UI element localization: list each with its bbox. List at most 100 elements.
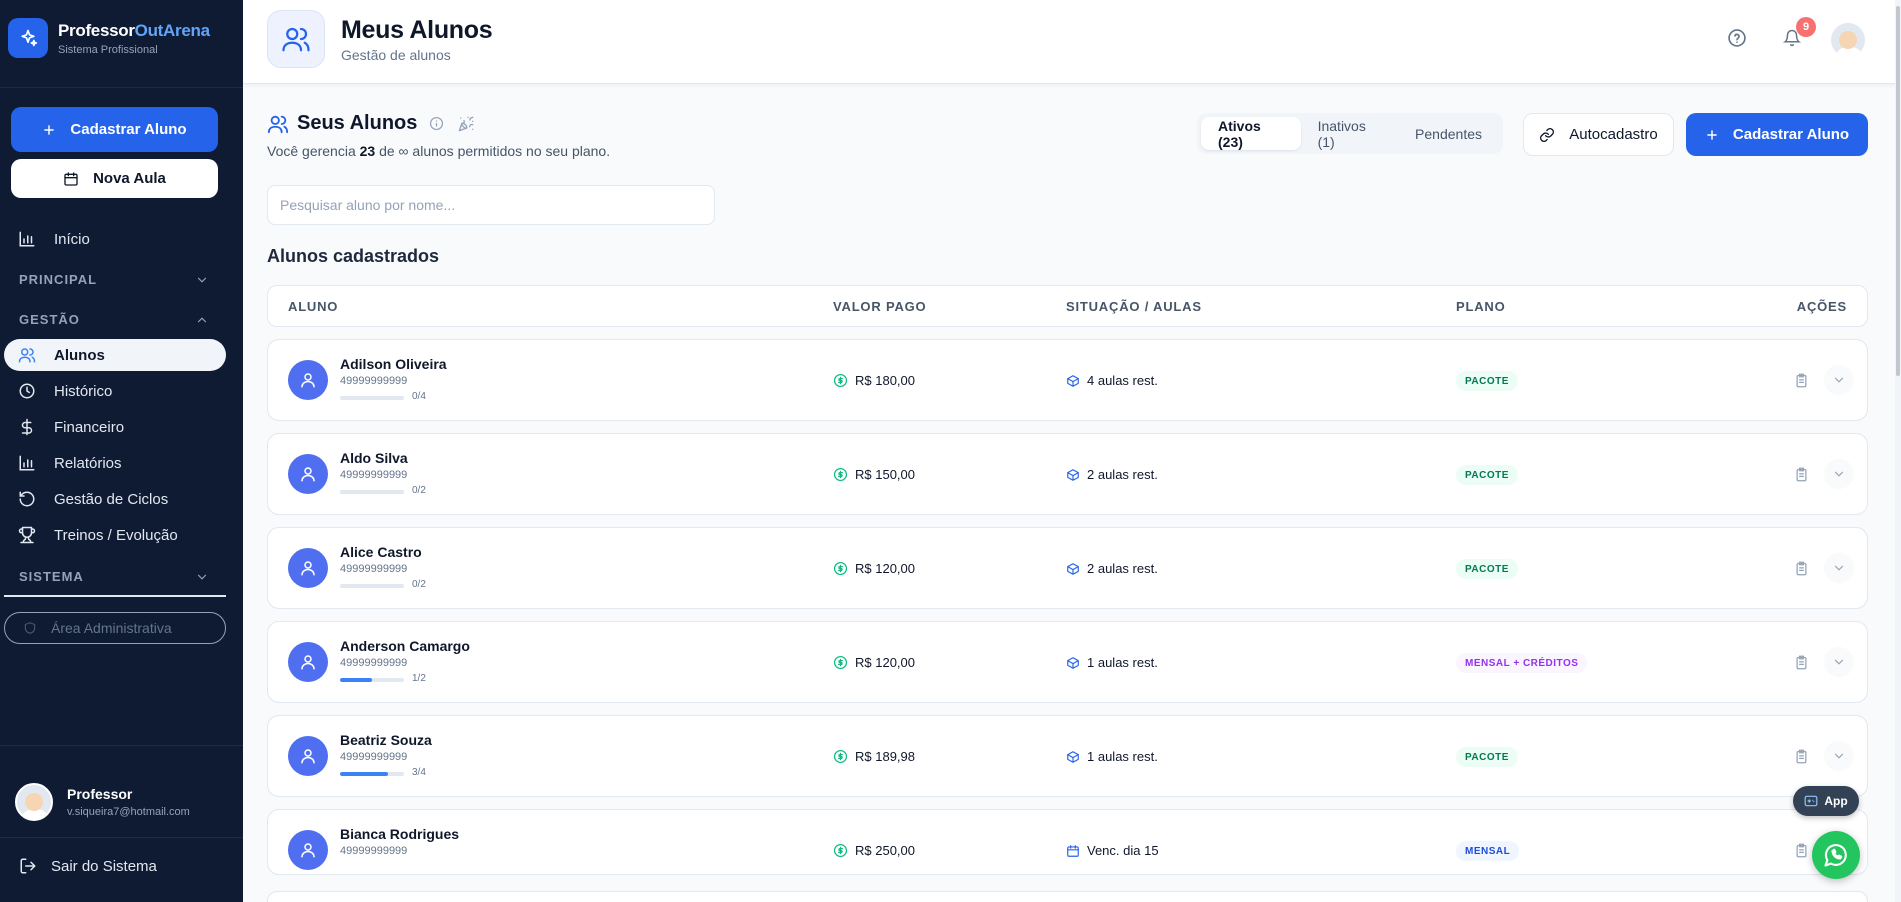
column-acoes: AÇÕES <box>1796 299 1847 314</box>
sidebar-item-financeiro[interactable]: Financeiro <box>4 411 226 443</box>
plus-icon <box>42 123 56 137</box>
table-row[interactable]: Aldo Silva 49999999999 0/2 R$ 150,00 2 aulas… <box>267 433 1868 515</box>
plan-badge: MENSAL <box>1456 841 1520 861</box>
sidebar-register-student-button[interactable]: Cadastrar Aluno <box>11 107 218 152</box>
section-description: Você gerencia 23 de ∞ alunos permitidos … <box>267 143 610 159</box>
column-situacao: SITUAÇÃO / AULAS <box>1066 299 1202 314</box>
user-name: Professor <box>67 786 133 802</box>
progress-label: 0/2 <box>412 485 426 496</box>
progress-label: 1/2 <box>412 673 426 684</box>
sidebar-item-relatorios[interactable]: Relatórios <box>4 447 226 479</box>
whatsapp-button[interactable] <box>1812 831 1860 879</box>
brand[interactable]: ProfessorOutArena Sistema Profissional <box>8 18 210 58</box>
app-button[interactable]: App <box>1793 786 1859 816</box>
sidebar-item-treinos-label: Treinos / Evolução <box>54 526 178 544</box>
user-icon <box>288 360 328 400</box>
section-title: Seus Alunos <box>267 112 474 135</box>
progress-label: 0/4 <box>412 391 426 402</box>
sidebar: ProfessorOutArena Sistema Profissional C… <box>0 0 243 902</box>
brand-subtitle: Sistema Profissional <box>58 43 158 56</box>
student-phone: 49999999999 <box>340 375 408 387</box>
users-icon <box>267 113 289 135</box>
student-name[interactable]: Adilson Oliveira <box>340 356 447 372</box>
logout-button[interactable]: Sair do Sistema <box>19 857 157 875</box>
brand-name: ProfessorOutArena <box>58 21 210 41</box>
chevron-down-icon <box>1832 373 1846 387</box>
expand-button[interactable] <box>1824 553 1854 583</box>
clipboard-button[interactable] <box>1788 367 1814 393</box>
tab-pendentes[interactable]: Pendentes <box>1398 117 1499 150</box>
section-gestao[interactable]: GESTÃO <box>19 312 209 327</box>
register-student-button[interactable]: Cadastrar Aluno <box>1686 113 1868 156</box>
student-name[interactable]: Alice Castro <box>340 544 422 560</box>
info-icon[interactable] <box>429 116 444 131</box>
table-row[interactable]: Anderson Camargo 49999999999 1/2 R$ 120,00 1… <box>267 621 1868 703</box>
status-text: Venc. dia 15 <box>1087 843 1159 858</box>
user-icon <box>288 454 328 494</box>
clipboard-button[interactable] <box>1788 649 1814 675</box>
status-info: 1 aulas rest. <box>1066 749 1158 764</box>
column-valor: VALOR PAGO <box>833 299 927 314</box>
chevron-up-icon <box>195 313 209 327</box>
student-name[interactable]: Anderson Camargo <box>340 638 470 654</box>
sidebar-item-alunos[interactable]: Alunos <box>4 339 226 371</box>
user-icon <box>288 642 328 682</box>
student-name[interactable]: Beatriz Souza <box>340 732 432 748</box>
section-sistema[interactable]: SISTEMA <box>19 569 209 584</box>
tab-ativos[interactable]: Ativos (23) <box>1201 117 1301 150</box>
status-text: 4 aulas rest. <box>1087 373 1158 388</box>
amount-paid: R$ 180,00 <box>833 373 915 388</box>
divider <box>4 595 226 597</box>
tab-inativos[interactable]: Inativos (1) <box>1301 117 1398 150</box>
expand-button[interactable] <box>1824 365 1854 395</box>
table-row[interactable]: Adilson Oliveira 49999999999 0/4 R$ 180,00 4… <box>267 339 1868 421</box>
section-principal[interactable]: PRINCIPAL <box>19 272 209 287</box>
sidebar-item-relatorios-label: Relatórios <box>54 454 122 472</box>
logout-label: Sair do Sistema <box>51 857 157 875</box>
users-icon <box>18 346 42 364</box>
clipboard-button[interactable] <box>1788 743 1814 769</box>
user-profile[interactable]: Professor v.siqueira7@hotmail.com <box>15 783 190 821</box>
status-text: 1 aulas rest. <box>1087 749 1158 764</box>
student-name[interactable]: Aldo Silva <box>340 450 408 466</box>
table-row[interactable] <box>267 891 1868 902</box>
divider <box>0 837 243 838</box>
expand-button[interactable] <box>1824 459 1854 489</box>
sidebar-item-home[interactable]: Início <box>4 223 226 255</box>
party-popper-icon[interactable] <box>458 116 474 132</box>
table-row[interactable]: Bianca Rodrigues 49999999999 R$ 250,00 Venc… <box>267 809 1868 875</box>
expand-button[interactable] <box>1824 741 1854 771</box>
help-icon[interactable] <box>1727 28 1747 48</box>
table-row[interactable]: Beatriz Souza 49999999999 3/4 R$ 189,98 1 au… <box>267 715 1868 797</box>
progress-label: 3/4 <box>412 767 426 778</box>
status-tabs: Ativos (23) Inativos (1) Pendentes <box>1197 113 1503 154</box>
amount-paid: R$ 250,00 <box>833 843 915 858</box>
new-class-button[interactable]: Nova Aula <box>11 159 218 198</box>
box-icon <box>1066 562 1080 576</box>
progress-bar <box>340 678 404 682</box>
scrollbar-thumb[interactable] <box>1896 6 1900 376</box>
table-row[interactable]: Alice Castro 49999999999 0/2 R$ 120,00 2 aul… <box>267 527 1868 609</box>
new-class-label: Nova Aula <box>93 170 166 187</box>
sidebar-item-ciclos-label: Gestão de Ciclos <box>54 490 169 508</box>
box-icon <box>1066 468 1080 482</box>
box-icon <box>1066 750 1080 764</box>
admin-area-button[interactable]: Área Administrativa <box>4 612 226 644</box>
sidebar-item-ciclos[interactable]: Gestão de Ciclos <box>4 483 226 515</box>
progress-fill <box>340 678 372 682</box>
user-icon <box>288 736 328 776</box>
sidebar-item-treinos[interactable]: Treinos / Evolução <box>4 519 226 551</box>
sparkles-icon <box>8 18 48 58</box>
user-email: v.siqueira7@hotmail.com <box>67 806 190 818</box>
expand-button[interactable] <box>1824 647 1854 677</box>
search-input[interactable] <box>267 185 715 225</box>
avatar[interactable] <box>1829 21 1867 59</box>
student-name[interactable]: Bianca Rodrigues <box>340 826 459 842</box>
clipboard-button[interactable] <box>1788 837 1814 863</box>
sidebar-item-historico[interactable]: Histórico <box>4 375 226 407</box>
autocadastro-button[interactable]: Autocadastro <box>1523 113 1674 156</box>
chevron-down-icon <box>1832 655 1846 669</box>
divider <box>0 87 243 88</box>
clipboard-button[interactable] <box>1788 555 1814 581</box>
clipboard-button[interactable] <box>1788 461 1814 487</box>
